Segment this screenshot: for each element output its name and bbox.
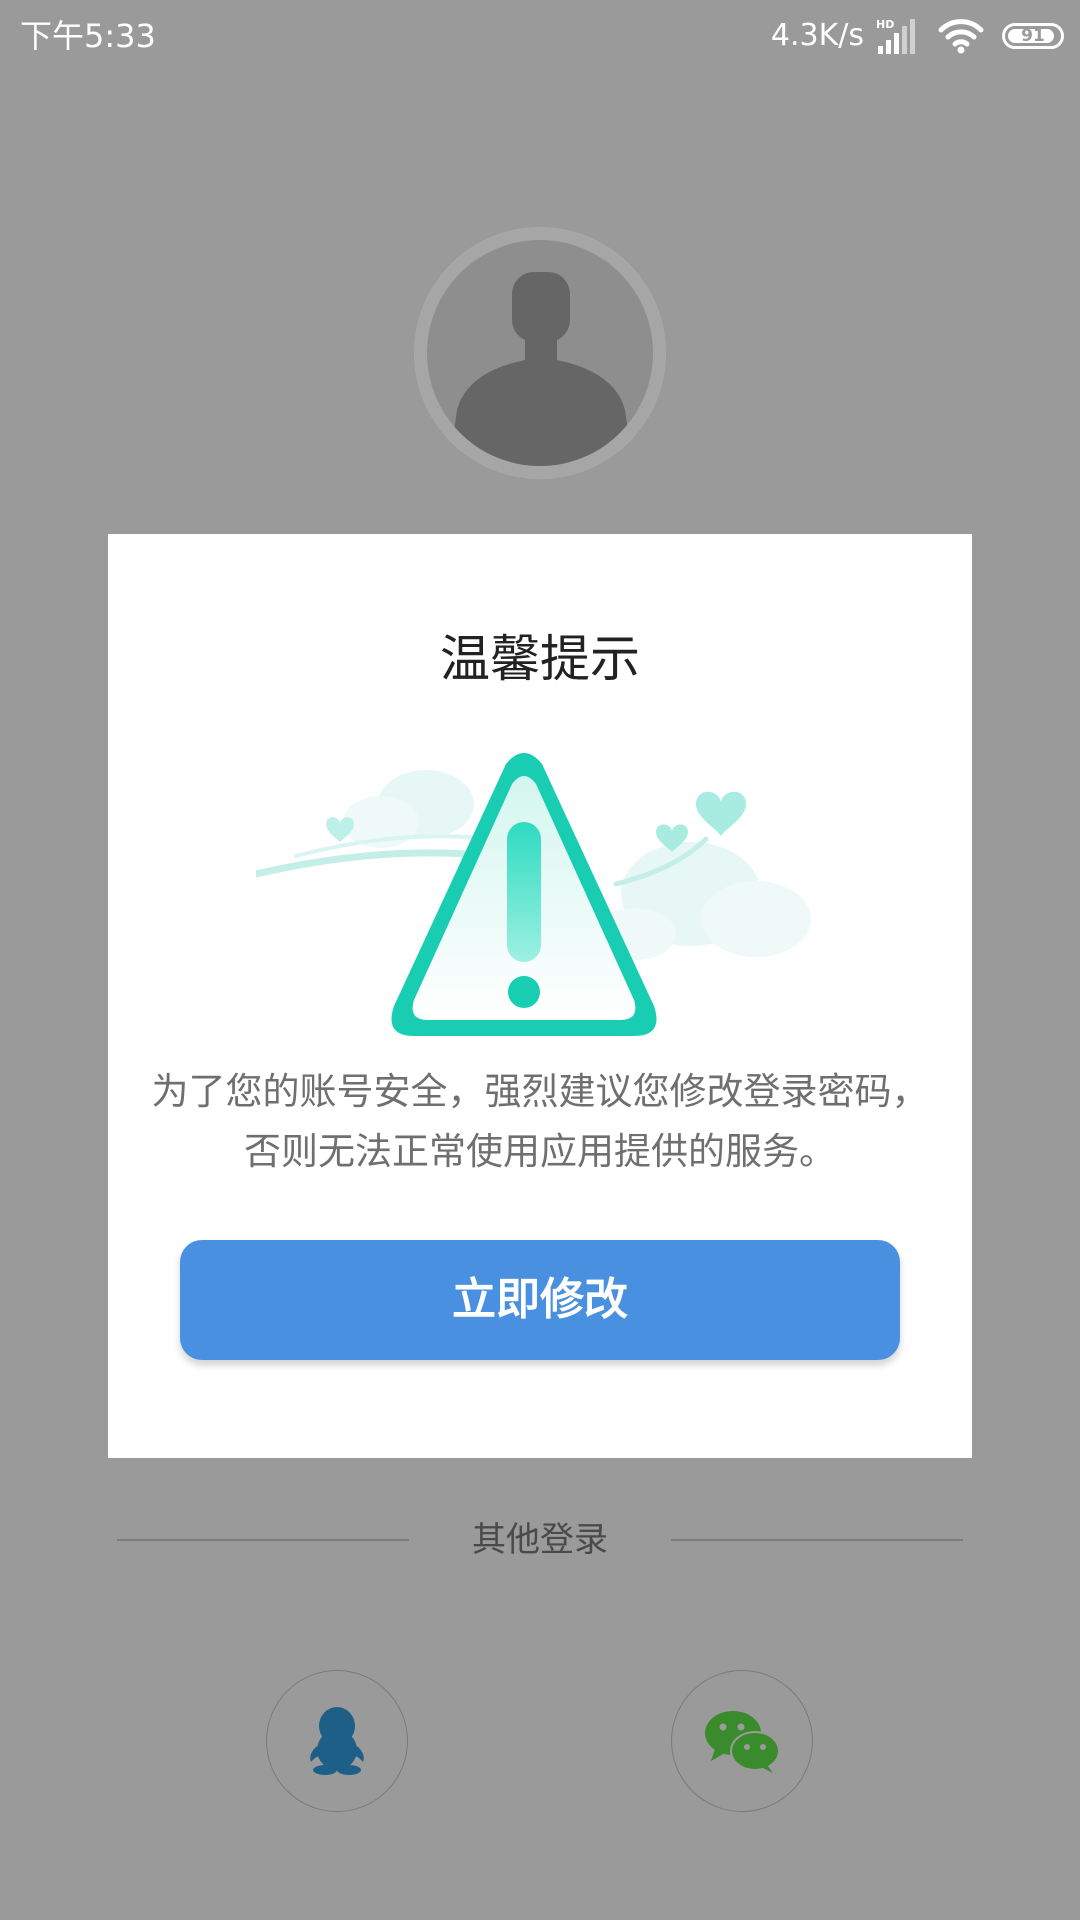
status-icons: 4.3K/s HD 91: [771, 14, 1064, 58]
divider-line-right: [671, 1539, 963, 1541]
wechat-icon: [705, 1711, 780, 1773]
dialog-title: 温馨提示: [440, 630, 640, 688]
battery-level: 91: [1021, 26, 1045, 46]
signal-badge: HD: [876, 18, 894, 31]
status-time: 下午5:33: [20, 17, 156, 55]
status-bar: 下午5:33 4.3K/s HD 91: [0, 0, 1080, 72]
signal-icon: HD: [876, 18, 915, 54]
battery-icon: 91: [1002, 23, 1064, 49]
security-tip-dialog: 温馨提示 为了您的账号安全，强烈建议您修改登录密码， 否则无法正常使用应用提供的…: [108, 534, 972, 1458]
default-avatar-icon: [427, 240, 653, 466]
network-speed: 4.3K/s: [770, 18, 864, 53]
dialog-message-line-1: 为了您的账号安全，强烈建议您修改登录密码，: [151, 1070, 929, 1113]
dialog-message-line-2: 否则无法正常使用应用提供的服务。: [244, 1130, 836, 1173]
qq-login-button[interactable]: [266, 1670, 408, 1812]
change-password-button[interactable]: 立即修改: [180, 1240, 900, 1360]
other-login-divider: 其他登录: [0, 1510, 1080, 1570]
warning-triangle-icon: [256, 753, 811, 1036]
qq-icon: [310, 1707, 364, 1775]
wechat-login-button[interactable]: [671, 1670, 813, 1812]
avatar[interactable]: [415, 228, 665, 478]
wifi-icon: [938, 19, 984, 54]
dialog-message: 为了您的账号安全，强烈建议您修改登录密码， 否则无法正常使用应用提供的服务。: [128, 1062, 952, 1182]
